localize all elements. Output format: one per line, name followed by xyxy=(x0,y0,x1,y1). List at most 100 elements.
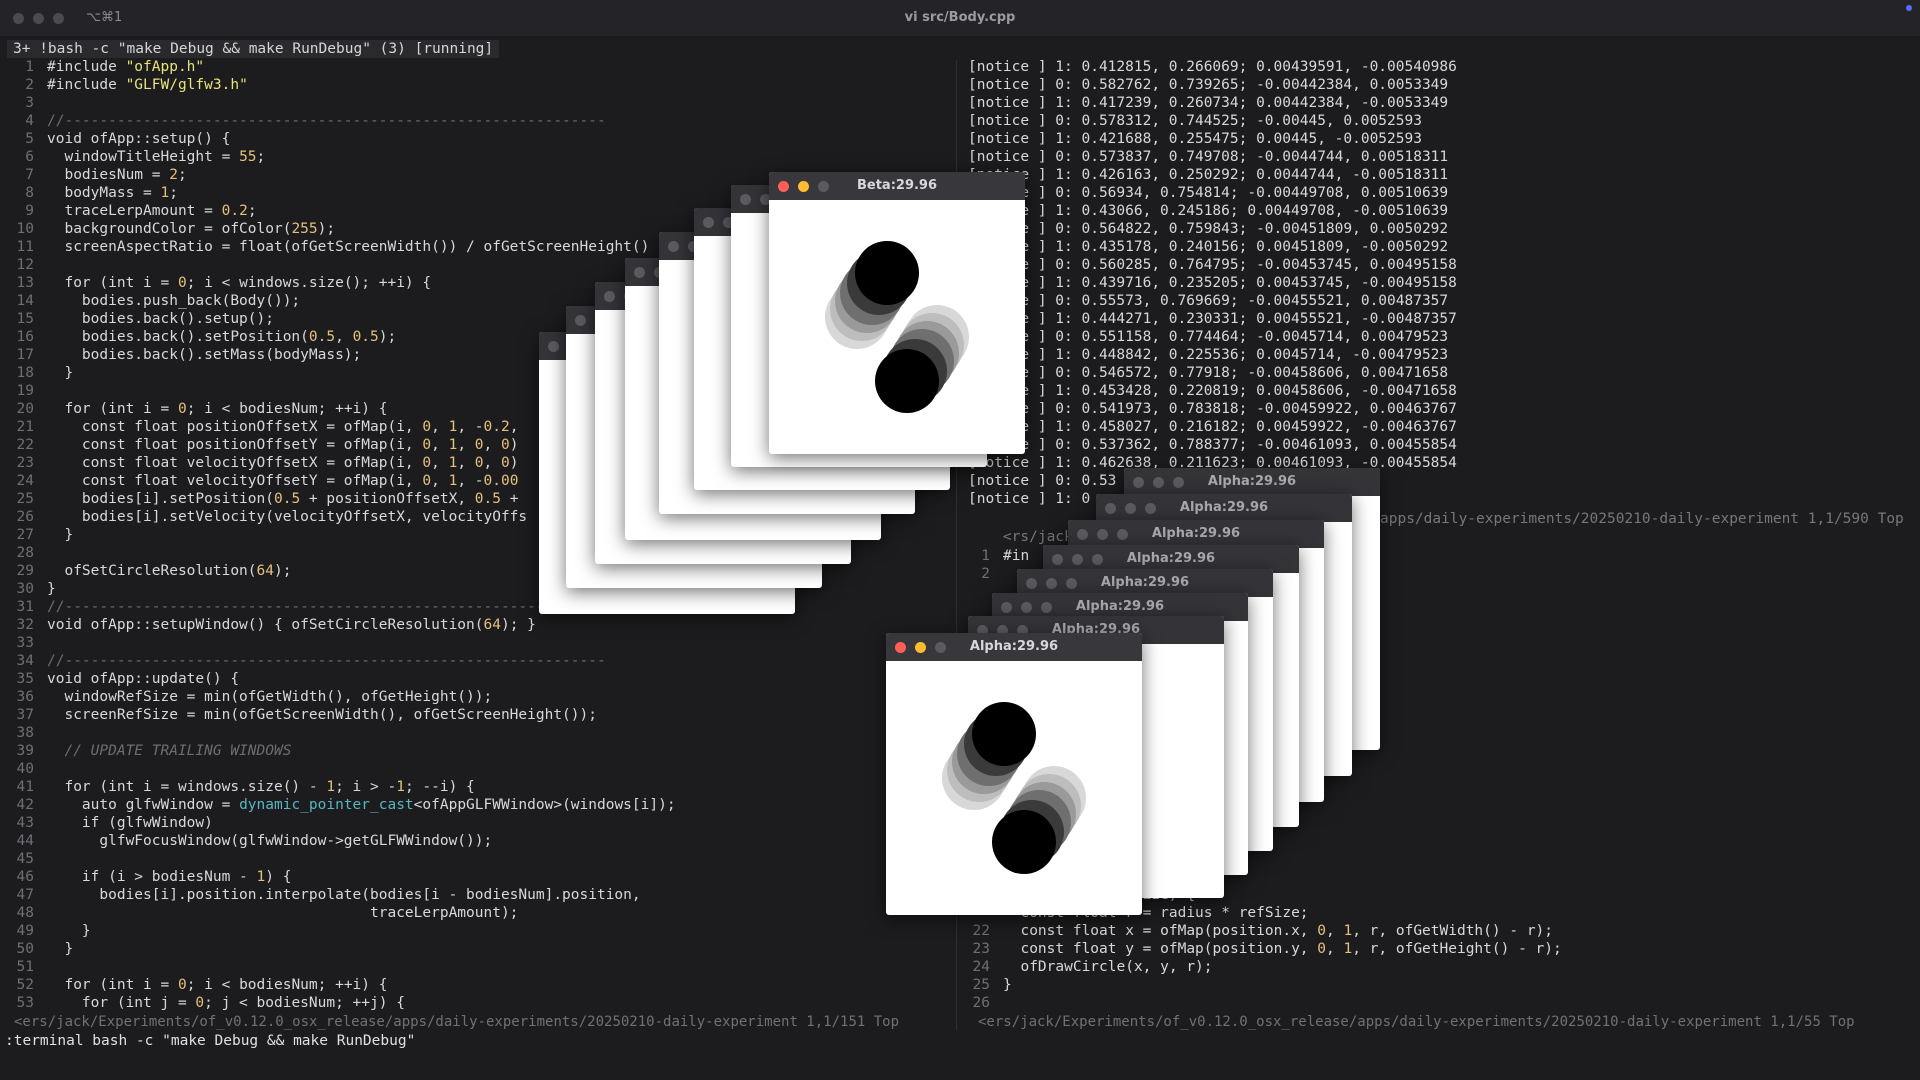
line-number: 15 xyxy=(16,311,34,327)
right-status-line: <ers/jack/Experiments/of_v0.12.0_osx_rel… xyxy=(978,1014,1855,1030)
line-number: 34 xyxy=(16,653,34,669)
line-number: 13 xyxy=(16,275,34,291)
code-line: 13 for (int i = 0; i < windows.size(); +… xyxy=(6,274,432,292)
code-line: 33 xyxy=(6,634,47,652)
code-line: 21 const float positionOffsetX = ofMap(i… xyxy=(6,418,519,436)
line-number: 29 xyxy=(16,563,34,579)
vim-tabline[interactable]: 3+ !bash -c "make Debug && make RunDebug… xyxy=(7,40,500,58)
code-line: 20 for (int i = 0; i < bodiesNum; ++i) { xyxy=(6,400,388,418)
code-line: 41 for (int i = windows.size() - 1; i > … xyxy=(6,778,475,796)
window-title: Alpha:29.96 xyxy=(1151,526,1241,541)
code-line: 24 const float velocityOffsetY = ofMap(i… xyxy=(6,472,519,490)
line-number: 23 xyxy=(16,455,34,471)
code-line: 28 xyxy=(6,544,47,562)
bodies-canvas xyxy=(942,702,1086,874)
code-line: 37 screenRefSize = min(ofGetScreenWidth(… xyxy=(6,706,597,724)
close-dot[interactable] xyxy=(668,241,679,252)
code-line: 1 #include "ofApp.h" xyxy=(6,58,204,76)
code-line: 5 void ofApp::setup() { xyxy=(6,130,230,148)
code-line: 32 void ofApp::setupWindow() { ofSetCircl… xyxy=(6,616,536,634)
code-line: 1 #in xyxy=(981,548,1030,564)
code-line: 2 xyxy=(981,566,990,582)
close-dot[interactable] xyxy=(548,341,559,352)
log-line: [notice ] 1: 0.448842, 0.225536; 0.00457… xyxy=(968,347,1449,363)
title-bar: ⌥⌘1 vi src/Body.cpp xyxy=(0,0,1920,36)
left-status-line: <ers/jack/Experiments/of_v0.12.0_osx_rel… xyxy=(14,1014,900,1030)
code-line: 11 screenAspectRatio = float(ofGetScreen… xyxy=(6,238,650,256)
line-number: 35 xyxy=(16,671,34,687)
close-dot[interactable] xyxy=(634,267,645,278)
close-dot[interactable] xyxy=(703,217,714,228)
bodies-canvas xyxy=(825,241,969,413)
line-number: 8 xyxy=(25,185,34,201)
app-window[interactable]: Alpha:29.96 xyxy=(886,633,1142,915)
line-number: 38 xyxy=(16,725,34,741)
code-line: 10 backgroundColor = ofColor(255); xyxy=(6,220,336,238)
line-number: 18 xyxy=(16,365,34,381)
window-title: Alpha:29.96 xyxy=(1207,474,1297,489)
code-line: 36 windowRefSize = min(ofGetWidth(), ofG… xyxy=(6,688,493,706)
right-editor-header-right: apps/daily-experiments/20250210-daily-ex… xyxy=(1380,511,1904,527)
body-circle xyxy=(855,241,919,305)
log-line: [notice ] 1: 0.458027, 0.216182; 0.00459… xyxy=(968,419,1457,435)
window-title-bar[interactable]: Alpha:29.96 xyxy=(1124,468,1380,496)
line-number: 49 xyxy=(16,923,34,939)
command-line[interactable]: :terminal bash -c "make Debug && make Ru… xyxy=(5,1032,415,1050)
line-number: 10 xyxy=(16,221,34,237)
close-dot[interactable] xyxy=(740,194,751,205)
log-line: [notice ] 1: 0.426163, 0.250292; 0.00447… xyxy=(968,167,1449,183)
code-line: 42 auto glfwWindow = dynamic_pointer_cas… xyxy=(6,796,676,814)
line-number: 50 xyxy=(16,941,34,957)
log-line: [notice ] 1: 0.417239, 0.260734; 0.00442… xyxy=(968,95,1449,111)
line-number: 40 xyxy=(16,761,34,777)
code-line: 26 bodies[i].setVelocity(velocityOffsetX… xyxy=(6,508,528,526)
log-line: [notice ] 0: 0.573837, 0.749708; -0.0044… xyxy=(968,149,1449,165)
code-line: 45 xyxy=(6,850,47,868)
code-line: 29 ofSetCircleResolution(64); xyxy=(6,562,292,580)
window-title: Alpha:29.96 xyxy=(1075,599,1165,614)
window-title-bar[interactable]: Alpha:29.96 xyxy=(886,633,1142,661)
window-title: Alpha:29.96 xyxy=(1126,551,1216,566)
log-line: [notice ] 0: 0.582762, 0.739265; -0.0044… xyxy=(968,77,1449,93)
window-title-bar[interactable]: Alpha:29.96 xyxy=(1096,494,1352,522)
log-line: [notice ] 1: 0.412815, 0.266069; 0.00439… xyxy=(968,59,1457,75)
line-number: 11 xyxy=(16,239,34,255)
terminal-window: ⌥⌘1 vi src/Body.cpp 3+ !bash -c "make De… xyxy=(0,0,1920,1080)
line-number: 31 xyxy=(16,599,34,615)
code-line: 35 void ofApp::update() { xyxy=(6,670,240,688)
line-number: 46 xyxy=(16,869,34,885)
line-number: 36 xyxy=(16,689,34,705)
code-line: 30} xyxy=(6,580,56,598)
log-line: [notice ] 0: 0.578312, 0.744525; -0.0044… xyxy=(968,113,1422,129)
line-number: 39 xyxy=(16,743,34,759)
code-line: 8 bodyMass = 1; xyxy=(6,184,178,202)
code-line: 24 ofDrawCircle(x, y, r); xyxy=(972,959,1213,975)
line-number: 20 xyxy=(16,401,34,417)
window-title: Alpha:29.96 xyxy=(1179,500,1269,515)
log-line: [notice ] 0: 0.546572, 0.77918; -0.00458… xyxy=(968,365,1449,381)
code-line: 53 for (int j = 0; j < bodiesNum; ++j) { xyxy=(6,994,405,1012)
log-line: [notice ] 1: 0.435178, 0.240156; 0.00451… xyxy=(968,239,1449,255)
log-line: [notice ] 0: 0.56934, 0.754814; -0.00449… xyxy=(968,185,1449,201)
app-window[interactable]: Beta:29.96 xyxy=(769,172,1025,454)
code-line: 23 const float velocityOffsetX = ofMap(i… xyxy=(6,454,519,472)
log-line: [notice ] 1: 0.444271, 0.230331; 0.00455… xyxy=(968,311,1457,327)
line-number: 22 xyxy=(16,437,34,453)
code-line: 22 const float positionOffsetY = ofMap(i… xyxy=(6,436,519,454)
code-line: 4//-------------------------------------… xyxy=(6,112,605,130)
corner-indicator xyxy=(1906,5,1912,11)
window-title-bar[interactable]: Beta:29.96 xyxy=(769,172,1025,200)
code-line: 27 } xyxy=(6,526,74,544)
code-line: 7 bodiesNum = 2; xyxy=(6,166,186,184)
code-line: 3 xyxy=(6,94,47,112)
close-dot[interactable] xyxy=(575,315,586,326)
close-dot[interactable] xyxy=(604,291,615,302)
code-line: 15 bodies.back().setup(); xyxy=(6,310,274,328)
window-title-bar[interactable]: Alpha:29.96 xyxy=(1068,520,1324,548)
line-number: 43 xyxy=(16,815,34,831)
line-number: 12 xyxy=(16,257,34,273)
line-number: 47 xyxy=(16,887,34,903)
log-line: [notice ] 1: 0.43066, 0.245186; 0.004497… xyxy=(968,203,1449,219)
line-number: 24 xyxy=(16,473,34,489)
code-line: 47 bodies[i].position.interpolate(bodies… xyxy=(6,886,641,904)
